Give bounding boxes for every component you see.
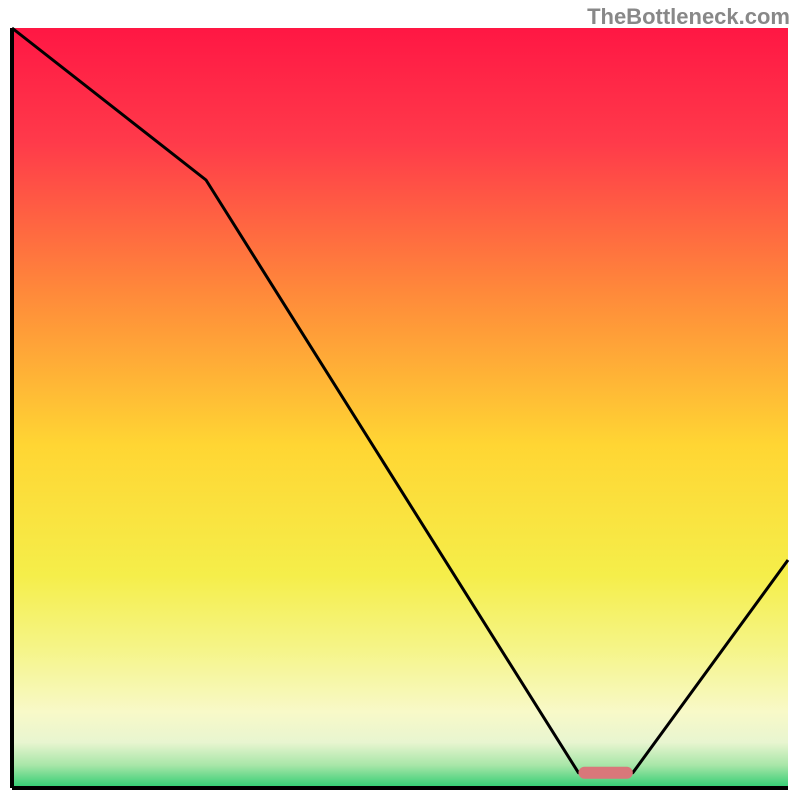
chart-container: TheBottleneck.com (0, 0, 800, 800)
gradient-background (12, 28, 788, 788)
bottleneck-chart (0, 0, 800, 800)
optimal-range-marker (578, 767, 632, 779)
watermark-text: TheBottleneck.com (587, 4, 790, 30)
